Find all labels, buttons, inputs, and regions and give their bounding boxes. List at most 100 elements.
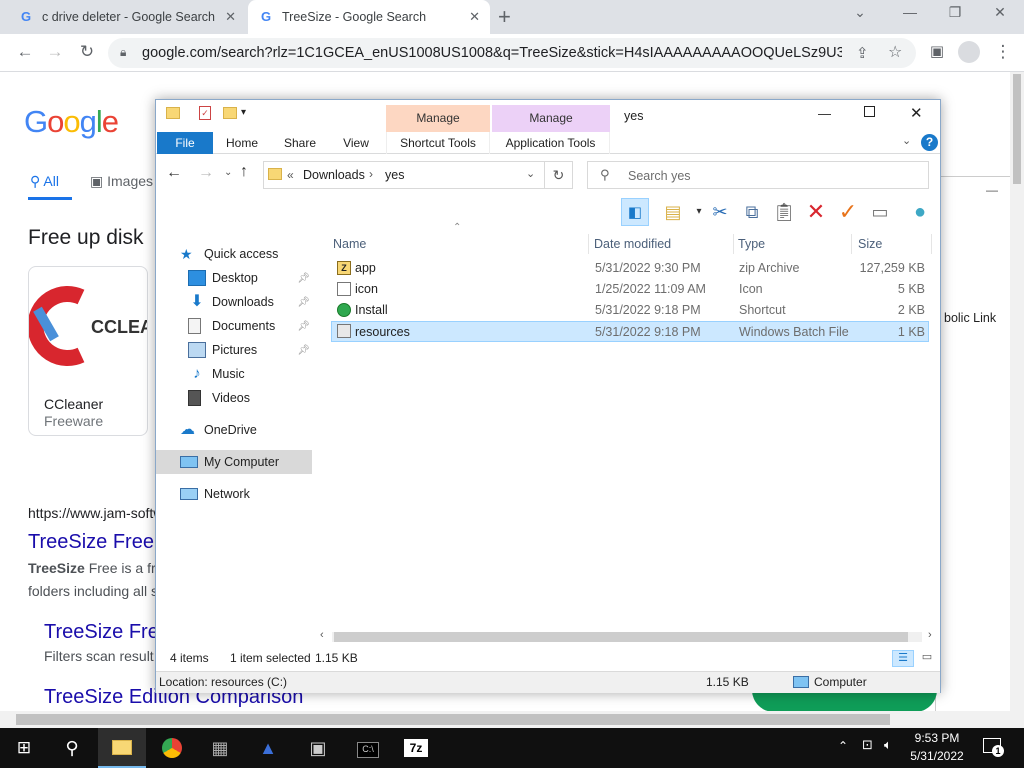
scroll-thumb[interactable] — [16, 714, 890, 725]
command-prompt-taskbar-icon[interactable]: C:\ — [344, 728, 392, 768]
file-row[interactable]: icon 1/25/2022 11:09 AM Icon 5 KB — [331, 279, 929, 300]
nav-documents[interactable]: Documents 📌︎ — [156, 314, 312, 338]
result-sublink[interactable]: TreeSize Fre — [44, 621, 159, 644]
address-breadcrumb-box[interactable]: « Downloads › yes ⌄ — [263, 161, 545, 189]
search-icon[interactable]: ⚲ — [48, 728, 96, 768]
nav-quick-access[interactable]: ★ Quick access — [156, 242, 312, 266]
pin-icon[interactable]: 📌︎ — [297, 273, 310, 284]
breadcrumb-overflow[interactable]: « — [287, 168, 294, 182]
help-icon[interactable]: ? — [921, 134, 938, 151]
side-panel-icon[interactable]: ▣ — [926, 42, 948, 60]
details-view-icon[interactable]: ☰ — [892, 650, 914, 667]
nav-videos[interactable]: Videos — [156, 386, 312, 410]
ribbon-expand-chevron-icon[interactable]: ⌄ — [902, 134, 911, 147]
nav-music[interactable]: ♪ Music — [156, 362, 312, 386]
address-bar[interactable]: 🔒︎ google.com/search?rlz=1C1GCEA_enUS100… — [108, 38, 916, 68]
ribbon-tab-shortcut-tools[interactable]: Shortcut Tools — [386, 132, 490, 154]
up-arrow-icon[interactable]: ↑ — [240, 163, 248, 181]
browser-tab-c-drive[interactable]: G c drive deleter - Google Search ✕ — [8, 0, 246, 34]
page-horizontal-scrollbar[interactable] — [0, 711, 1010, 728]
checkmark-icon[interactable]: ✓ — [834, 198, 862, 226]
chrome-menu-icon[interactable]: ⋮ — [992, 42, 1014, 62]
start-windows-icon[interactable]: ⊞ — [0, 728, 48, 768]
file-explorer-taskbar-icon[interactable] — [98, 728, 146, 768]
file-row[interactable]: Install 5/31/2022 9:18 PM Shortcut 2 KB — [331, 300, 929, 321]
nav-downloads[interactable]: ⬇ Downloads 📌︎ — [156, 290, 312, 314]
minimize-icon[interactable]: — — [986, 183, 998, 197]
delete-icon[interactable]: ✕ — [802, 198, 830, 226]
volume-icon[interactable]: 🔈︎ — [884, 737, 892, 753]
paste-icon[interactable]: 📋︎ — [770, 198, 798, 226]
ribbon-tab-file[interactable]: File — [157, 132, 213, 154]
scroll-thumb[interactable] — [1013, 74, 1021, 184]
restore-icon[interactable]: ❐ — [940, 4, 970, 21]
back-arrow-icon[interactable]: ← — [166, 164, 182, 182]
google-logo[interactable]: Google — [24, 104, 119, 140]
share-icon[interactable]: ⇪ — [856, 44, 869, 62]
chrome-taskbar-icon[interactable] — [148, 728, 196, 768]
shell-icon[interactable]: ● — [906, 198, 934, 226]
address-dropdown-icon[interactable]: ⌄ — [526, 167, 535, 180]
ribbon-tab-application-tools[interactable]: Application Tools — [492, 132, 610, 154]
file-row[interactable]: Z app 5/31/2022 9:30 PM zip Archive 127,… — [331, 258, 929, 279]
pin-icon[interactable]: 📌︎ — [297, 321, 310, 332]
copy-icon[interactable]: ⧉ — [738, 198, 766, 226]
browser-tab-treesize[interactable]: G TreeSize - Google Search ✕ — [248, 0, 490, 34]
new-tab-button[interactable]: + — [498, 4, 511, 30]
7zip-taskbar-icon[interactable]: 7z — [392, 728, 440, 768]
page-vertical-scrollbar[interactable] — [1010, 72, 1024, 728]
properties-icon[interactable]: ✓ — [199, 106, 211, 120]
app-shell-taskbar-icon[interactable]: ▲ — [244, 728, 292, 768]
clock-date[interactable]: 5/31/2022 — [905, 749, 969, 763]
clock-time[interactable]: 9:53 PM — [905, 731, 969, 745]
close-window-icon[interactable]: ✕ — [910, 104, 923, 122]
file-list-horizontal-scrollbar[interactable]: ‹ › — [318, 629, 940, 645]
forward-arrow-icon[interactable]: → — [44, 42, 66, 62]
ribbon-tab-share[interactable]: Share — [278, 132, 322, 154]
preview-pane-icon[interactable]: ◧ — [621, 198, 649, 226]
pin-icon[interactable]: 📌︎ — [297, 297, 310, 308]
back-arrow-icon[interactable]: ← — [14, 42, 36, 62]
profile-avatar-icon[interactable] — [958, 41, 980, 63]
pin-icon[interactable]: 📌︎ — [297, 345, 310, 356]
search-tab-images[interactable]: ▣ Images — [90, 173, 153, 190]
nav-desktop[interactable]: Desktop 📌︎ — [156, 266, 312, 290]
breadcrumb-yes[interactable]: yes — [385, 168, 404, 182]
show-hidden-icons-chevron-icon[interactable]: ⌃ — [838, 739, 848, 753]
close-tab-icon[interactable]: ✕ — [225, 9, 236, 25]
ribbon-tab-home[interactable]: Home — [220, 132, 264, 154]
scroll-right-icon[interactable]: › — [928, 629, 932, 641]
maximize-icon[interactable] — [864, 106, 875, 117]
close-window-icon[interactable]: ✕ — [985, 4, 1015, 21]
recent-locations-chevron-icon[interactable]: ⌄ — [224, 167, 232, 178]
minimize-icon[interactable]: — — [895, 4, 925, 20]
breadcrumb-separator-icon[interactable]: › — [369, 167, 373, 181]
new-folder-icon[interactable]: ▤ — [659, 198, 687, 226]
cut-icon[interactable]: ✂ — [706, 198, 734, 226]
app-package-taskbar-icon[interactable]: ▦ — [196, 728, 244, 768]
quick-access-dropdown-icon[interactable]: ▾ — [241, 107, 246, 118]
refresh-button[interactable]: ↻ — [545, 161, 573, 189]
ribbon-tab-view[interactable]: View — [334, 132, 378, 154]
scroll-left-icon[interactable]: ‹ — [320, 629, 324, 641]
column-header-size[interactable]: Size — [856, 234, 932, 254]
close-tab-icon[interactable]: ✕ — [469, 9, 480, 25]
rename-icon[interactable]: ▭ — [866, 198, 894, 226]
nav-my-computer[interactable]: My Computer — [156, 450, 312, 474]
search-tab-all[interactable]: ⚲ All — [30, 173, 59, 190]
notification-center-icon[interactable]: 1 — [983, 738, 1004, 757]
tab-search-chevron-icon[interactable]: ⌄ — [845, 4, 875, 21]
app-window-taskbar-icon[interactable]: ▣ — [294, 728, 342, 768]
bookmark-star-icon[interactable]: ☆ — [888, 42, 902, 62]
nav-pictures[interactable]: Pictures 📌︎ — [156, 338, 312, 362]
context-group-application[interactable]: Manage — [492, 105, 610, 132]
scroll-thumb[interactable] — [334, 632, 908, 642]
breadcrumb-downloads[interactable]: Downloads — [303, 168, 365, 182]
context-group-shortcut[interactable]: Manage — [386, 105, 490, 132]
search-input[interactable]: ⚲ Search yes — [587, 161, 929, 189]
column-header-name[interactable]: Name — [331, 234, 589, 254]
nav-network[interactable]: Network — [156, 482, 312, 506]
nav-onedrive[interactable]: ☁ OneDrive — [156, 418, 312, 442]
result-link[interactable]: TreeSize Free — [28, 531, 154, 554]
new-folder-icon[interactable] — [223, 107, 237, 119]
